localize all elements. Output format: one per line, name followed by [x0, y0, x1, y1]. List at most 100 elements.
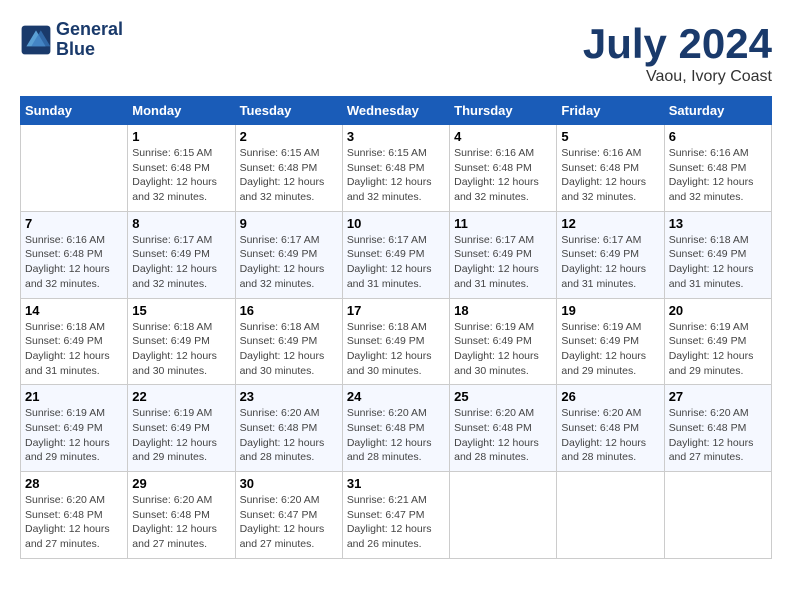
calendar-cell: 9 Sunrise: 6:17 AM Sunset: 6:49 PM Daylig…	[235, 211, 342, 298]
day-info: Sunrise: 6:20 AM Sunset: 6:48 PM Dayligh…	[561, 406, 659, 465]
calendar-cell: 28 Sunrise: 6:20 AM Sunset: 6:48 PM Dayli…	[21, 472, 128, 559]
day-info: Sunrise: 6:15 AM Sunset: 6:48 PM Dayligh…	[347, 146, 445, 205]
day-info: Sunrise: 6:17 AM Sunset: 6:49 PM Dayligh…	[561, 233, 659, 292]
day-number: 15	[132, 303, 230, 318]
day-number: 14	[25, 303, 123, 318]
day-number: 11	[454, 216, 552, 231]
day-number: 22	[132, 389, 230, 404]
day-number: 19	[561, 303, 659, 318]
calendar-cell: 19 Sunrise: 6:19 AM Sunset: 6:49 PM Dayli…	[557, 298, 664, 385]
calendar-cell: 24 Sunrise: 6:20 AM Sunset: 6:48 PM Dayli…	[342, 385, 449, 472]
day-number: 4	[454, 129, 552, 144]
day-info: Sunrise: 6:18 AM Sunset: 6:49 PM Dayligh…	[347, 320, 445, 379]
day-number: 23	[240, 389, 338, 404]
calendar-table: SundayMondayTuesdayWednesdayThursdayFrid…	[20, 96, 772, 559]
day-info: Sunrise: 6:20 AM Sunset: 6:48 PM Dayligh…	[240, 406, 338, 465]
day-header-friday: Friday	[557, 97, 664, 125]
day-info: Sunrise: 6:16 AM Sunset: 6:48 PM Dayligh…	[561, 146, 659, 205]
location: Vaou, Ivory Coast	[583, 68, 772, 86]
calendar-cell	[450, 472, 557, 559]
calendar-cell: 25 Sunrise: 6:20 AM Sunset: 6:48 PM Dayli…	[450, 385, 557, 472]
day-number: 10	[347, 216, 445, 231]
day-number: 24	[347, 389, 445, 404]
days-header-row: SundayMondayTuesdayWednesdayThursdayFrid…	[21, 97, 772, 125]
calendar-cell: 31Sunrise: 6:21 AM Sunset: 6:47 PM Dayli…	[342, 472, 449, 559]
logo-icon	[20, 24, 52, 56]
day-info: Sunrise: 6:20 AM Sunset: 6:48 PM Dayligh…	[454, 406, 552, 465]
day-info: Sunrise: 6:17 AM Sunset: 6:49 PM Dayligh…	[240, 233, 338, 292]
calendar-cell	[664, 472, 771, 559]
calendar-cell: 14Sunrise: 6:18 AM Sunset: 6:49 PM Dayli…	[21, 298, 128, 385]
calendar-cell: 3Sunrise: 6:15 AM Sunset: 6:48 PM Daylig…	[342, 125, 449, 212]
month-title: July 2024	[583, 20, 772, 68]
day-info: Sunrise: 6:19 AM Sunset: 6:49 PM Dayligh…	[25, 406, 123, 465]
day-header-saturday: Saturday	[664, 97, 771, 125]
calendar-cell: 18Sunrise: 6:19 AM Sunset: 6:49 PM Dayli…	[450, 298, 557, 385]
day-number: 18	[454, 303, 552, 318]
calendar-cell: 13 Sunrise: 6:18 AM Sunset: 6:49 PM Dayli…	[664, 211, 771, 298]
calendar-cell: 17 Sunrise: 6:18 AM Sunset: 6:49 PM Dayli…	[342, 298, 449, 385]
day-info: Sunrise: 6:19 AM Sunset: 6:49 PM Dayligh…	[669, 320, 767, 379]
day-header-sunday: Sunday	[21, 97, 128, 125]
calendar-cell: 22 Sunrise: 6:19 AM Sunset: 6:49 PM Dayli…	[128, 385, 235, 472]
day-number: 29	[132, 476, 230, 491]
day-info: Sunrise: 6:19 AM Sunset: 6:49 PM Dayligh…	[132, 406, 230, 465]
day-header-monday: Monday	[128, 97, 235, 125]
calendar-cell: 20 Sunrise: 6:19 AM Sunset: 6:49 PM Dayli…	[664, 298, 771, 385]
day-number: 31	[347, 476, 445, 491]
day-header-tuesday: Tuesday	[235, 97, 342, 125]
calendar-cell: 7Sunrise: 6:16 AM Sunset: 6:48 PM Daylig…	[21, 211, 128, 298]
week-row-4: 21Sunrise: 6:19 AM Sunset: 6:49 PM Dayli…	[21, 385, 772, 472]
day-number: 30	[240, 476, 338, 491]
logo-text: General Blue	[56, 20, 123, 60]
calendar-cell: 12 Sunrise: 6:17 AM Sunset: 6:49 PM Dayli…	[557, 211, 664, 298]
day-info: Sunrise: 6:17 AM Sunset: 6:49 PM Dayligh…	[132, 233, 230, 292]
calendar-cell: 8 Sunrise: 6:17 AM Sunset: 6:49 PM Daylig…	[128, 211, 235, 298]
day-info: Sunrise: 6:18 AM Sunset: 6:49 PM Dayligh…	[669, 233, 767, 292]
calendar-cell	[557, 472, 664, 559]
calendar-cell: 23 Sunrise: 6:20 AM Sunset: 6:48 PM Dayli…	[235, 385, 342, 472]
day-number: 9	[240, 216, 338, 231]
calendar-cell: 21Sunrise: 6:19 AM Sunset: 6:49 PM Dayli…	[21, 385, 128, 472]
page-header: General Blue July 2024 Vaou, Ivory Coast	[20, 20, 772, 86]
week-row-3: 14 Sunrise: 6:18 AM Sunset: 6:49 PM Dayli…	[21, 298, 772, 385]
day-info: Sunrise: 6:20 AM Sunset: 6:48 PM Dayligh…	[25, 493, 123, 552]
day-number: 1	[132, 129, 230, 144]
calendar-cell: 4 Sunrise: 6:16 AM Sunset: 6:48 PM Daylig…	[450, 125, 557, 212]
day-info: Sunrise: 6:16 AM Sunset: 6:48 PM Dayligh…	[669, 146, 767, 205]
day-info: Sunrise: 6:15 AM Sunset: 6:48 PM Dayligh…	[132, 146, 230, 205]
calendar-cell	[21, 125, 128, 212]
day-number: 25	[454, 389, 552, 404]
day-number: 12	[561, 216, 659, 231]
calendar-cell: 27 Sunrise: 6:20 AM Sunset: 6:48 PM Dayli…	[664, 385, 771, 472]
calendar-cell: 2 Sunrise: 6:15 AM Sunset: 6:48 PM Daylig…	[235, 125, 342, 212]
calendar-cell: 10Sunrise: 6:17 AM Sunset: 6:49 PM Dayli…	[342, 211, 449, 298]
day-info: Sunrise: 6:19 AM Sunset: 6:49 PM Dayligh…	[561, 320, 659, 379]
week-row-2: 7Sunrise: 6:16 AM Sunset: 6:48 PM Daylig…	[21, 211, 772, 298]
day-number: 6	[669, 129, 767, 144]
day-number: 13	[669, 216, 767, 231]
day-info: Sunrise: 6:16 AM Sunset: 6:48 PM Dayligh…	[25, 233, 123, 292]
day-number: 17	[347, 303, 445, 318]
calendar-cell: 26Sunrise: 6:20 AM Sunset: 6:48 PM Dayli…	[557, 385, 664, 472]
calendar-cell: 1 Sunrise: 6:15 AM Sunset: 6:48 PM Daylig…	[128, 125, 235, 212]
day-info: Sunrise: 6:17 AM Sunset: 6:49 PM Dayligh…	[454, 233, 552, 292]
day-number: 27	[669, 389, 767, 404]
title-block: July 2024 Vaou, Ivory Coast	[583, 20, 772, 86]
day-info: Sunrise: 6:15 AM Sunset: 6:48 PM Dayligh…	[240, 146, 338, 205]
day-info: Sunrise: 6:16 AM Sunset: 6:48 PM Dayligh…	[454, 146, 552, 205]
day-number: 8	[132, 216, 230, 231]
day-number: 2	[240, 129, 338, 144]
day-info: Sunrise: 6:20 AM Sunset: 6:48 PM Dayligh…	[669, 406, 767, 465]
week-row-5: 28 Sunrise: 6:20 AM Sunset: 6:48 PM Dayli…	[21, 472, 772, 559]
day-info: Sunrise: 6:20 AM Sunset: 6:48 PM Dayligh…	[347, 406, 445, 465]
day-info: Sunrise: 6:18 AM Sunset: 6:49 PM Dayligh…	[240, 320, 338, 379]
day-number: 28	[25, 476, 123, 491]
day-number: 16	[240, 303, 338, 318]
calendar-cell: 11 Sunrise: 6:17 AM Sunset: 6:49 PM Dayli…	[450, 211, 557, 298]
day-info: Sunrise: 6:20 AM Sunset: 6:47 PM Dayligh…	[240, 493, 338, 552]
calendar-cell: 29Sunrise: 6:20 AM Sunset: 6:48 PM Dayli…	[128, 472, 235, 559]
calendar-cell: 16 Sunrise: 6:18 AM Sunset: 6:49 PM Dayli…	[235, 298, 342, 385]
calendar-cell: 15Sunrise: 6:18 AM Sunset: 6:49 PM Dayli…	[128, 298, 235, 385]
day-number: 20	[669, 303, 767, 318]
